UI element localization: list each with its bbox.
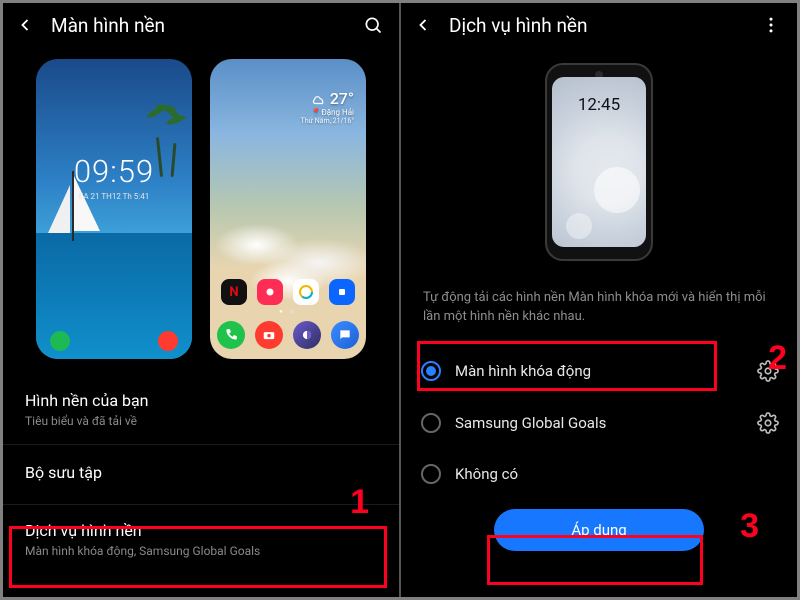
section-subtitle: Tiêu biểu và đã tải về (25, 414, 377, 428)
page-title: Dịch vụ hình nền (449, 14, 745, 37)
dock-messages-icon (331, 321, 359, 349)
phone-shortcut-icon (50, 331, 70, 351)
page-indicator: ● ○ (210, 308, 366, 315)
dock-browser-icon (293, 321, 321, 349)
app-icon (257, 279, 283, 305)
weather-widget: 27° 📍Đặng Hải Thứ Năm, 21/16° (301, 89, 354, 125)
radio-icon[interactable] (421, 464, 441, 484)
service-description: Tự động tải các hình nền Màn hình khóa m… (401, 283, 797, 345)
section-title: Hình nền của bạn (25, 391, 377, 410)
back-icon[interactable] (411, 13, 435, 37)
collection-section[interactable]: Bộ sưu tập (3, 447, 399, 502)
dock-camera-icon (255, 321, 283, 349)
page-title: Màn hình nền (51, 14, 347, 37)
gear-icon[interactable] (757, 412, 779, 434)
wallpaper-service-screen: Dịch vụ hình nền 12:45 Tự động tải các h… (401, 3, 797, 597)
your-wallpapers-section[interactable]: Hình nền của bạn Tiêu biểu và đã tải về (3, 377, 399, 442)
app-icon (329, 279, 355, 305)
wallpaper-settings-screen: Màn hình nền (3, 3, 399, 597)
wallpaper-service-section[interactable]: Dịch vụ hình nền Màn hình khóa động, Sam… (3, 507, 399, 572)
section-subtitle: Màn hình khóa động, Samsung Global Goals (25, 544, 377, 558)
lockscreen-date: EA 21 TH12 Th 5:41 (36, 192, 192, 201)
camera-shortcut-icon (158, 331, 178, 351)
option-none[interactable]: Không có (415, 449, 785, 499)
radio-icon[interactable] (421, 413, 441, 433)
more-icon[interactable] (759, 13, 783, 37)
section-title: Bộ sưu tập (25, 463, 377, 482)
gear-icon[interactable] (757, 360, 779, 382)
option-label: Samsung Global Goals (455, 414, 743, 432)
lockscreen-preview[interactable]: 09:59 EA 21 TH12 Th 5:41 (36, 59, 192, 359)
back-icon[interactable] (13, 13, 37, 37)
dock-phone-icon (217, 321, 245, 349)
lockscreen-time: 09:59 (36, 153, 192, 190)
preview-clock: 12:45 (552, 95, 646, 115)
option-label: Màn hình khóa động (455, 362, 743, 380)
homescreen-preview[interactable]: 27° 📍Đặng Hải Thứ Năm, 21/16° N (210, 59, 366, 359)
option-dynamic-lockscreen[interactable]: Màn hình khóa động (415, 345, 785, 397)
search-icon[interactable] (361, 13, 385, 37)
service-preview-phone: 12:45 (545, 63, 653, 261)
section-title: Dịch vụ hình nền (25, 521, 377, 540)
option-samsung-global-goals[interactable]: Samsung Global Goals (415, 397, 785, 449)
radio-icon[interactable] (421, 361, 441, 381)
app-icon: N (221, 279, 247, 305)
app-icon (293, 279, 319, 305)
apply-button[interactable]: Áp dụng (494, 509, 704, 551)
option-label: Không có (455, 465, 779, 483)
